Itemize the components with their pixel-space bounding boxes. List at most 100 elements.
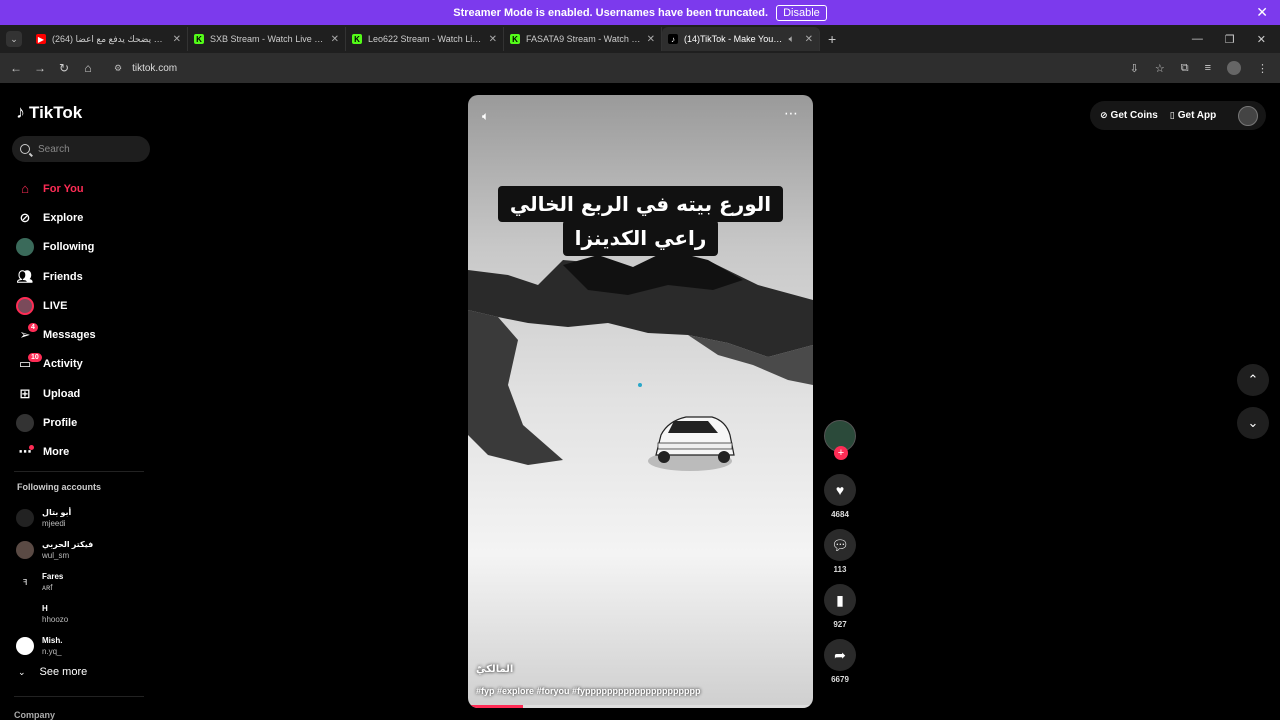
sidebar-item-label: Explore <box>43 211 84 224</box>
tab-title: SXB Stream - Watch Live on Kick <box>210 34 327 44</box>
sidebar-item-label: Messages <box>43 329 96 342</box>
account-display-name: أبو بتال <box>42 508 72 517</box>
rock-field-left <box>468 310 563 465</box>
account-item[interactable]: ꟻ Fares ᴀʀf <box>16 566 93 598</box>
minimize-icon[interactable]: — <box>1192 33 1203 46</box>
bookmark-star-icon[interactable]: ☆ <box>1155 62 1165 75</box>
browser-tab[interactable]: ▶ (264) اللي يضحك يدفع مع اعضا ✕ <box>30 27 188 51</box>
sidebar-item-activity[interactable]: ▭ 10 Activity <box>16 350 156 379</box>
close-tab-icon[interactable]: ✕ <box>489 34 497 45</box>
sidebar-item-friends[interactable]: 👥︎ Friends <box>16 262 156 291</box>
disable-streamer-mode-button[interactable]: Disable <box>776 4 827 21</box>
forward-icon[interactable]: → <box>28 61 52 75</box>
following-avatar <box>16 238 34 257</box>
volume-icon[interactable]: 🔈︎ <box>482 109 489 124</box>
notification-dot <box>29 444 34 450</box>
sidebar-item-explore[interactable]: ⊘ Explore <box>16 203 156 232</box>
sidebar-item-for-you[interactable]: ⌂ For You <box>16 174 156 203</box>
sidebar-item-label: Profile <box>43 417 78 430</box>
next-video-button[interactable]: ⌄ <box>1237 407 1269 439</box>
tab-title: (264) اللي يضحك يدفع مع اعضا <box>52 33 169 44</box>
account-item[interactable]: Mish. n.yq_ <box>16 630 93 662</box>
comment-button[interactable]: 💬︎ <box>824 529 856 561</box>
sidebar-item-following[interactable]: Following <box>16 233 156 262</box>
sidebar-item-profile[interactable]: Profile <box>16 408 156 437</box>
extensions-icon[interactable]: ⧉ <box>1181 62 1189 75</box>
account-item[interactable]: أبو بتال mjeedi <box>16 502 93 534</box>
audio-icon[interactable]: 🔈︎ <box>789 34 795 45</box>
browser-tab[interactable]: K Leo622 Stream - Watch Live on Kick ✕ <box>346 27 504 51</box>
tiktok-note-icon: ♪ <box>16 102 25 122</box>
sidebar-item-more[interactable]: ⋯ More <box>16 438 156 467</box>
close-icon[interactable]: ✕ <box>1256 4 1268 21</box>
browser-tab[interactable]: K SXB Stream - Watch Live on Kick ✕ <box>188 27 346 51</box>
close-tab-icon[interactable]: ✕ <box>647 34 655 45</box>
get-coins-button[interactable]: ⊘ Get Coins <box>1100 110 1158 121</box>
close-tab-icon[interactable]: ✕ <box>331 34 339 45</box>
see-more-button[interactable]: ⌄ See more <box>18 666 87 678</box>
reload-icon[interactable]: ↻ <box>52 61 76 75</box>
url-field[interactable]: ⚙ tiktok.com <box>106 57 1106 79</box>
video-hashtags[interactable]: #fyp #explore #foryou #fyppppppppppppppp… <box>476 686 701 696</box>
profile-avatar[interactable] <box>1227 61 1241 75</box>
user-avatar[interactable] <box>1238 105 1258 126</box>
close-tab-icon[interactable]: ✕ <box>173 34 181 45</box>
site-info-icon[interactable]: ⚙ <box>114 63 122 74</box>
browser-tab-bar: ⌄ ▶ (264) اللي يضحك يدفع مع اعضا ✕ K SXB… <box>0 25 1280 53</box>
account-username: hhoozo <box>42 615 69 624</box>
caption-line: راعي الكدينزا <box>562 220 719 256</box>
install-app-icon[interactable]: ⇩ <box>1130 62 1139 75</box>
account-username: wul_sm <box>42 551 70 560</box>
tiktok-favicon-icon: ♪ <box>668 34 678 44</box>
back-icon[interactable]: ← <box>4 61 28 75</box>
following-accounts-title: Following accounts <box>17 482 102 492</box>
save-button[interactable]: ▮ <box>824 584 856 616</box>
friends-icon: 👥︎ <box>16 268 34 284</box>
restore-icon[interactable]: ❐ <box>1225 33 1235 46</box>
sidebar-item-label: Friends <box>43 270 83 283</box>
sidebar-nav: ⌂ For You ⊘ Explore Following 👥︎ Friends… <box>16 174 156 467</box>
close-tab-icon[interactable]: ✕ <box>805 34 813 45</box>
get-app-label: Get App <box>1177 110 1217 121</box>
account-username: mjeedi <box>42 519 66 528</box>
previous-video-button[interactable]: ⌃ <box>1237 364 1269 396</box>
messages-badge: 4 <box>28 323 38 333</box>
tab-title: (14)TikTok - Make Your Day <box>684 34 785 44</box>
creator-avatar[interactable]: + <box>824 420 856 460</box>
browser-tab[interactable]: K FASATA9 Stream - Watch Live on Kick ✕ <box>504 27 662 51</box>
video-actions: + ♥ 4684 💬︎ 113 ▮ 927 ➦ 6679 <box>823 420 857 684</box>
account-username: ᴀʀf <box>42 583 53 592</box>
company-link[interactable]: Company <box>14 710 55 720</box>
tab-media-icon[interactable]: ≡ <box>1205 62 1211 74</box>
get-app-button[interactable]: ▯ Get App <box>1170 110 1216 121</box>
divider <box>14 471 144 472</box>
search-input[interactable]: Search <box>12 136 150 162</box>
streamer-mode-message: Streamer Mode is enabled. Usernames have… <box>453 6 769 19</box>
video-author[interactable]: المالكيّ <box>476 664 513 675</box>
account-avatar: ꟻ <box>22 577 28 587</box>
share-icon: ➦ <box>834 646 846 663</box>
more-options-icon[interactable]: ⋯ <box>784 105 799 122</box>
share-count: 6679 <box>831 675 849 684</box>
home-icon[interactable]: ⌂ <box>76 61 100 75</box>
browser-tab-active[interactable]: ♪ (14)TikTok - Make Your Day 🔈︎ ✕ <box>662 27 820 51</box>
follow-plus-icon[interactable]: + <box>834 446 848 460</box>
tab-search-icon[interactable]: ⌄ <box>6 31 22 47</box>
cursor-dot <box>638 383 642 387</box>
like-button[interactable]: ♥ <box>824 474 856 506</box>
browser-menu-icon[interactable]: ⋮ <box>1257 62 1268 75</box>
search-placeholder: Search <box>38 143 70 155</box>
video-progress-bar[interactable] <box>468 705 813 708</box>
tiktok-logo[interactable]: ♪ TikTok <box>16 102 82 123</box>
share-button[interactable]: ➦ <box>824 639 856 671</box>
video-player[interactable]: 🔈︎ ⋯ الورع بيته في الربع الخالي راعي الك… <box>468 95 813 708</box>
account-item[interactable]: فيكتر الحربي wul_sm <box>16 534 93 566</box>
sidebar-item-upload[interactable]: ⊞ Upload <box>16 379 156 408</box>
kick-favicon-icon: K <box>352 34 362 44</box>
tab-title: Leo622 Stream - Watch Live on Kick <box>368 34 485 44</box>
sidebar-item-messages[interactable]: ➢ 4 Messages <box>16 320 156 349</box>
account-item[interactable]: H hhoozo <box>16 598 93 630</box>
new-tab-icon[interactable]: + <box>828 31 836 47</box>
sidebar-item-live[interactable]: LIVE <box>16 291 156 320</box>
window-close-icon[interactable]: ✕ <box>1257 33 1266 46</box>
